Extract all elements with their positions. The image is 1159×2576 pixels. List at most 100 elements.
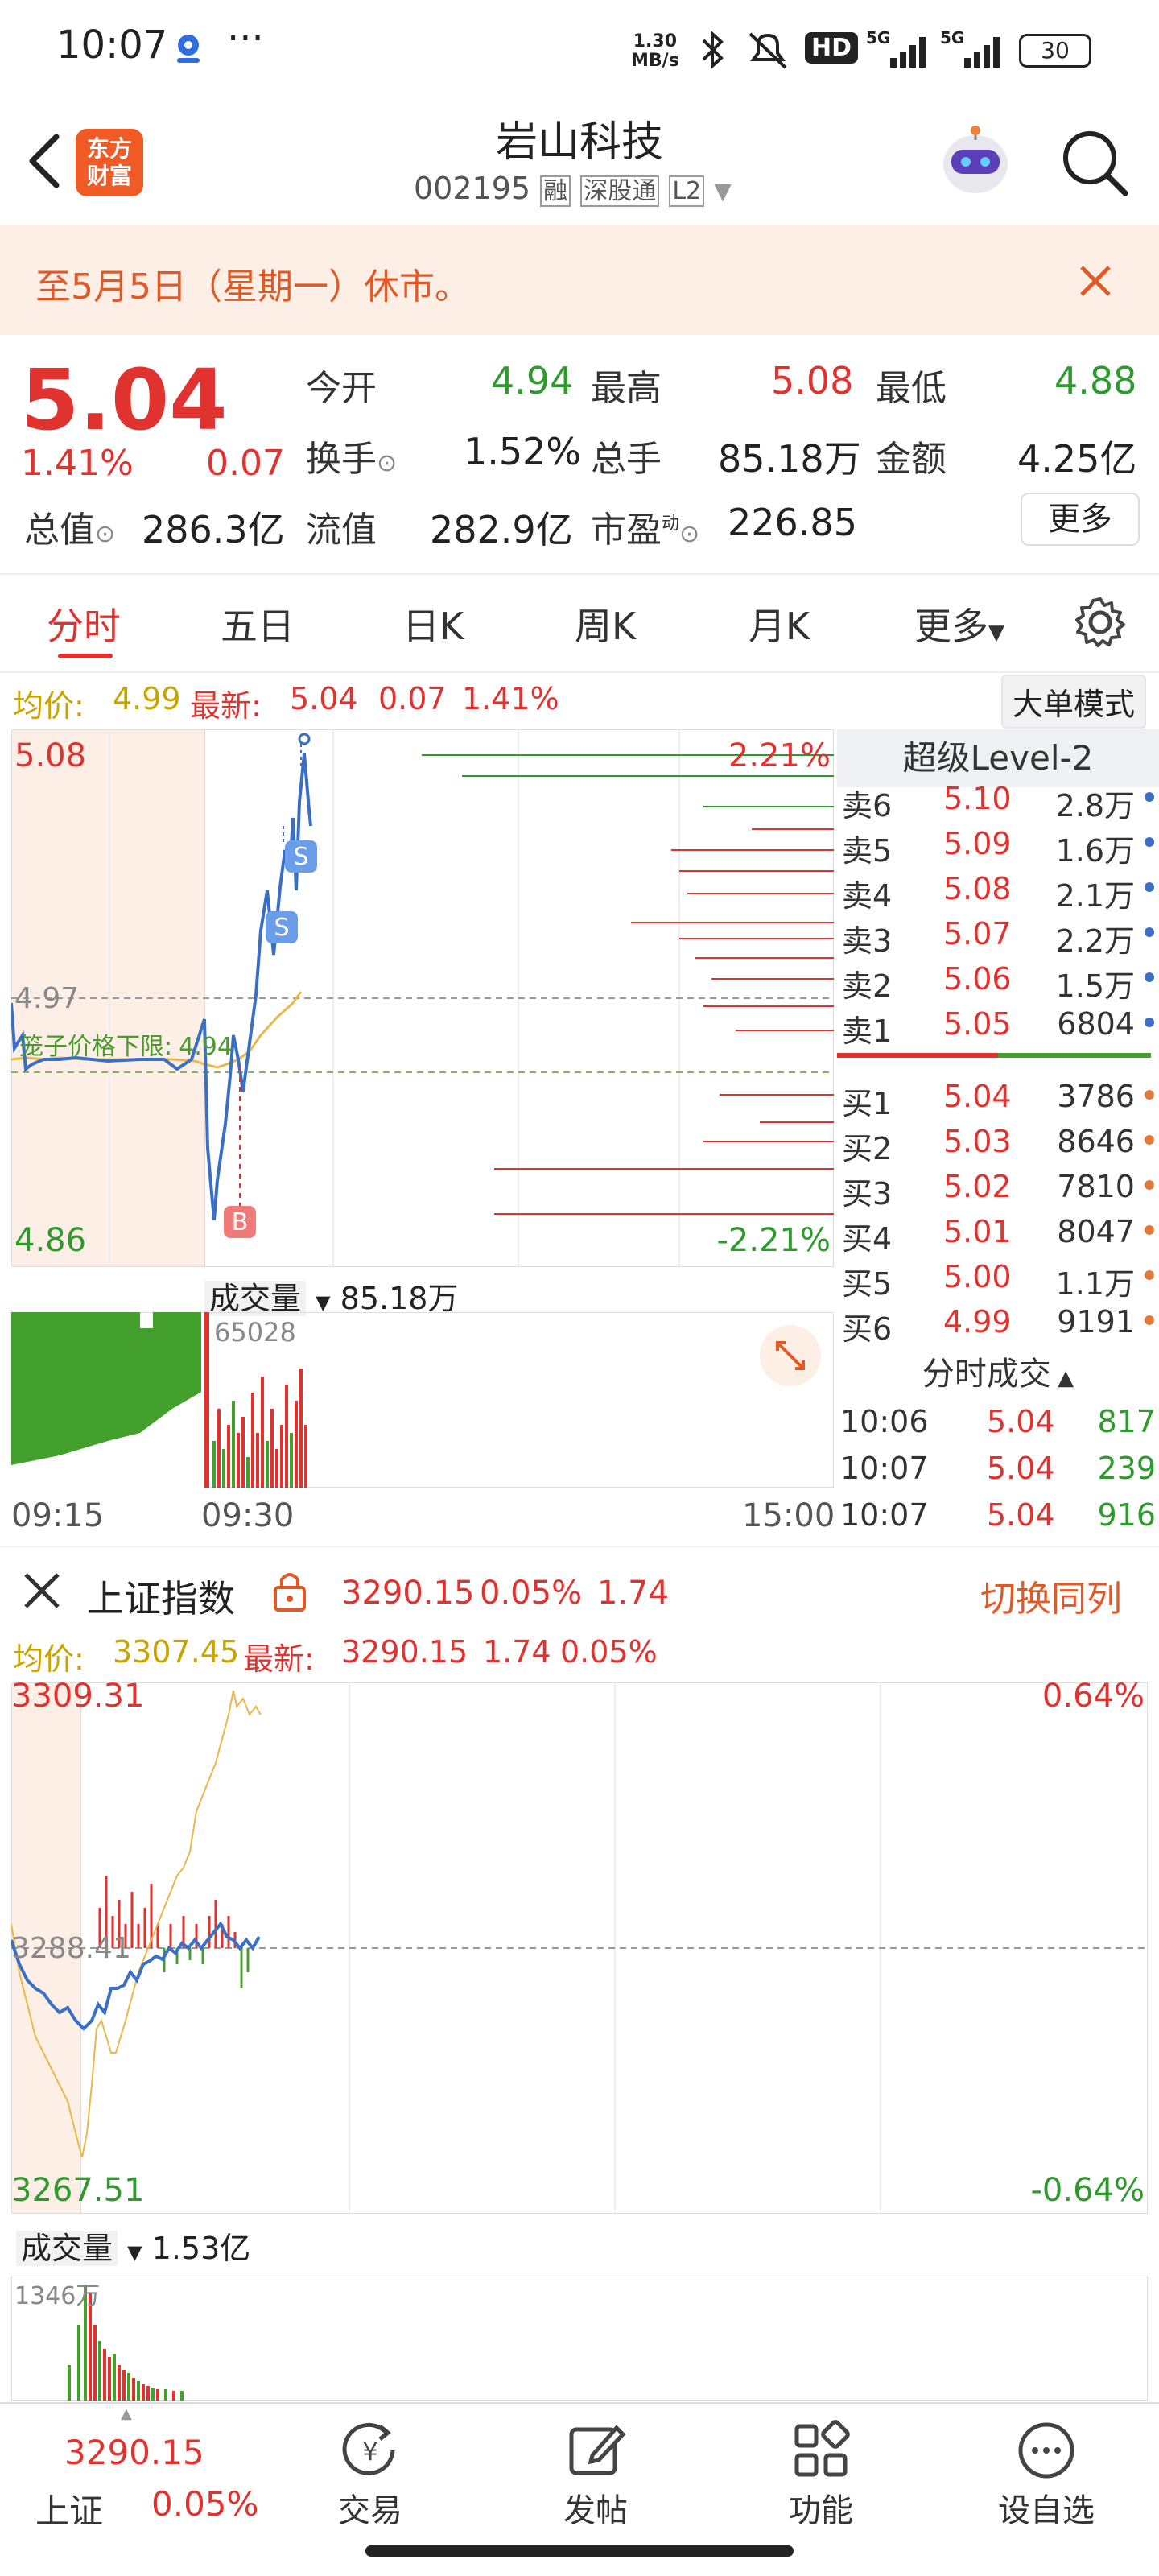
- buy-row[interactable]: 买1 5.04 3786: [837, 1074, 1159, 1121]
- order-dot: [1145, 1315, 1154, 1325]
- margin-tag: 融: [540, 175, 571, 207]
- nav-trade[interactable]: ¥ 交易: [290, 2404, 451, 2536]
- market-cap-label[interactable]: 总值⊙: [24, 501, 115, 552]
- ticker-value: 3290.15: [64, 2433, 204, 2472]
- svg-text:5G: 5G: [866, 28, 890, 47]
- y-high-label: 5.08: [14, 737, 86, 774]
- order-dot: [1145, 1270, 1154, 1280]
- latest-change: 0.07: [378, 681, 447, 716]
- info-icon: ⊙: [377, 449, 398, 477]
- tab-more[interactable]: 更多▼: [914, 597, 1004, 650]
- buy-level-label: 买4: [842, 1221, 893, 1257]
- nav-post[interactable]: 发帖: [515, 2404, 676, 2536]
- order-dot: [1145, 1090, 1154, 1100]
- buy-row[interactable]: 买6 4.99 9191: [837, 1299, 1159, 1347]
- buy-price: 5.00: [943, 1259, 1012, 1294]
- grid-icon: [794, 2420, 850, 2477]
- dropdown-icon: ▼: [988, 621, 1004, 645]
- index-header: 上证指数 3290.15 0.05% 1.74 切换同列: [0, 1546, 1159, 1628]
- home-indicator[interactable]: [365, 2545, 794, 2557]
- robot-avatar[interactable]: [937, 121, 1014, 198]
- nav-functions[interactable]: 功能: [740, 2404, 901, 2536]
- trade-time: 10:07: [840, 1497, 929, 1533]
- market-closed-notice: 至5月5日（星期一）休市。: [0, 225, 1159, 335]
- sell-price: 5.05: [943, 1006, 1012, 1042]
- avg-label: 均价:: [13, 688, 85, 724]
- big-order-mode-button[interactable]: 大单模式: [1001, 675, 1147, 729]
- dropdown-icon: ▼: [714, 178, 732, 204]
- pe-label[interactable]: 市盈动⊙: [591, 501, 699, 552]
- sell-row[interactable]: 卖6 5.10 2.8万: [837, 776, 1159, 824]
- bluetooth-icon: [697, 29, 729, 74]
- trades-title[interactable]: 分时成交 ▲: [837, 1348, 1159, 1394]
- trade-row: 10:07 5.04 239: [837, 1446, 1159, 1491]
- more-button[interactable]: 更多: [1021, 493, 1140, 546]
- active-tab-indicator: [58, 654, 113, 658]
- edit-icon: [569, 2425, 626, 2475]
- sell-level-label: 卖6: [842, 788, 893, 824]
- trade-volume: 239: [1097, 1451, 1156, 1486]
- close-icon[interactable]: [23, 1571, 61, 1613]
- nav-add-watchlist[interactable]: 设自选: [966, 2404, 1127, 2536]
- gear-icon[interactable]: [1074, 596, 1127, 652]
- index-volume-header[interactable]: 成交量 ▼ 1.53亿: [16, 2223, 250, 2268]
- turnover-value: 1.52%: [464, 430, 582, 473]
- buy-row[interactable]: 买5 5.00 1.1万: [837, 1254, 1159, 1302]
- pct-high-label: 2.21%: [728, 737, 831, 774]
- spread-divider: [837, 1053, 998, 1058]
- index-ticker[interactable]: 3290.15 上证 0.05% ▲: [0, 2404, 266, 2536]
- volume-bars-session: [212, 1368, 307, 1488]
- index-y-high: 3309.31: [11, 1682, 144, 1715]
- order-dot: [1145, 972, 1154, 982]
- low-value: 4.88: [1054, 359, 1137, 402]
- buy-row[interactable]: 买2 5.03 8646: [837, 1119, 1159, 1166]
- market-cap-value: 286.3亿: [142, 508, 285, 551]
- buy-volume: 8047: [1057, 1214, 1135, 1249]
- high-label: 最高: [591, 368, 662, 409]
- order-dot: [1145, 792, 1154, 802]
- buy-volume: 1.1万: [1055, 1266, 1135, 1302]
- index-intraday-chart[interactable]: 3309.31 3267.51 3288.41 0.64% -0.64%: [10, 1678, 1149, 2215]
- buy-volume: 7810: [1057, 1169, 1135, 1204]
- buy-row[interactable]: 买4 5.01 8047: [837, 1209, 1159, 1257]
- order-book: 超级Level-2 分时成交 ▲ 卖6 5.10 2.8万 卖5 5.09 1.6万 卖4 5…: [837, 729, 1159, 1542]
- volume-peak-label: 65028: [214, 1317, 296, 1348]
- index-volume-label: 成交量: [16, 2231, 118, 2266]
- nav-add-watchlist-label: 设自选: [998, 2492, 1095, 2529]
- sell-row[interactable]: 卖5 5.09 1.6万: [837, 821, 1159, 869]
- trade-volume: 817: [1097, 1404, 1156, 1439]
- intraday-chart-svg: B S S 5.08 4.86 4.97 2.21% -2.21% 笼子价格下限…: [10, 729, 835, 1268]
- volume-header[interactable]: 成交量 ▼ 85.18万: [204, 1274, 458, 1318]
- search-icon[interactable]: [1059, 127, 1132, 203]
- sell-volume: 2.1万: [1055, 878, 1135, 914]
- sell-row[interactable]: 卖4 5.08 2.1万: [837, 866, 1159, 914]
- order-dot: [1145, 837, 1154, 847]
- tab-weekly-k[interactable]: 周K: [575, 597, 636, 650]
- sell-marker-label: S: [274, 914, 289, 942]
- stock-code-line[interactable]: 002195 融 深股通 L2 ▼: [414, 171, 752, 207]
- buy-row[interactable]: 买3 5.02 7810: [837, 1164, 1159, 1212]
- tab-daily-k[interactable]: 日K: [402, 597, 464, 650]
- tab-monthly-k[interactable]: 月K: [749, 597, 810, 650]
- sell-row[interactable]: 卖3 5.07 2.2万: [837, 911, 1159, 959]
- back-icon[interactable]: [19, 129, 68, 196]
- order-dot: [1145, 1225, 1154, 1235]
- float-label: 流值: [306, 510, 377, 551]
- trade-time: 10:07: [840, 1451, 929, 1486]
- stock-name: 岩山科技: [495, 118, 663, 167]
- sell-row[interactable]: 卖2 5.06 1.5万: [837, 956, 1159, 1004]
- y-mid-label: 4.97: [14, 982, 79, 1015]
- tab-intraday[interactable]: 分时: [47, 597, 121, 650]
- intraday-chart[interactable]: B S S 5.08 4.86 4.97 2.21% -2.21% 笼子价格下限…: [10, 729, 835, 1268]
- switch-list-button[interactable]: 切换同列: [980, 1570, 1122, 1621]
- close-icon[interactable]: [1075, 261, 1116, 304]
- net-speed: 1.30 MB/s: [631, 31, 679, 71]
- lock-icon[interactable]: [270, 1567, 309, 1618]
- sell-level-label: 卖5: [842, 833, 893, 869]
- latest-value: 5.04: [290, 681, 358, 716]
- turnover-label[interactable]: 换手⊙: [306, 430, 397, 481]
- tab-five-day[interactable]: 五日: [221, 597, 295, 650]
- sell-row[interactable]: 卖1 5.05 6804: [837, 1001, 1159, 1049]
- index-change: 1.74: [597, 1575, 670, 1612]
- info-icon: ⊙: [95, 520, 116, 548]
